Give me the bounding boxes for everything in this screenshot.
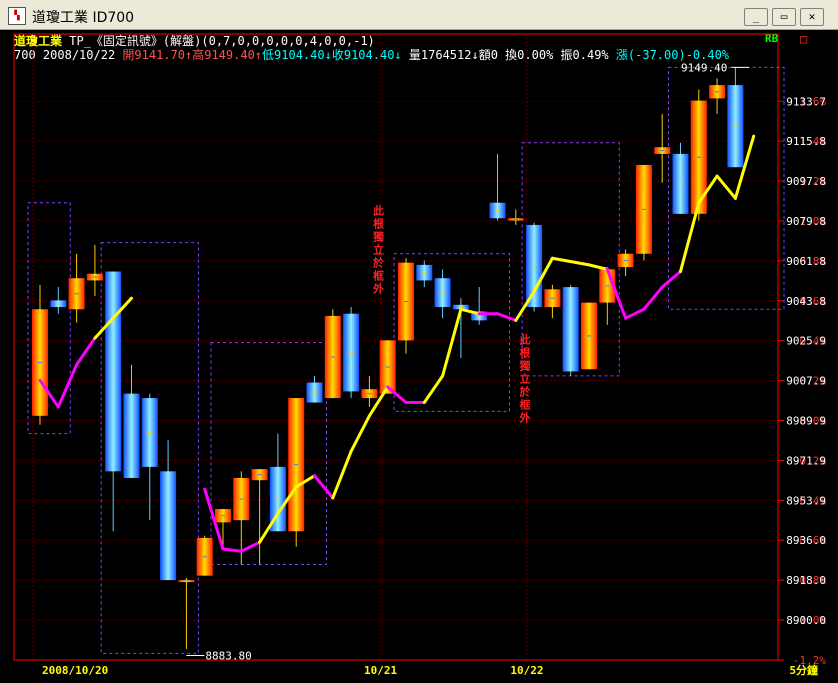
annotation-text: 此根獨立於框外 [518, 332, 531, 424]
grid-lines [13, 33, 779, 661]
annotation-char: 此 [519, 332, 530, 346]
y-tick-price: 8936.0 [786, 534, 826, 547]
candle [709, 78, 726, 114]
candle [160, 440, 177, 581]
signal-segment [496, 312, 518, 322]
annotation-char: 外 [518, 410, 530, 424]
y-tick-price: 9061.8 [786, 255, 826, 268]
signal-segment [386, 385, 408, 405]
window-title: 道瓊工業 ID700 [32, 10, 135, 26]
candle [306, 375, 323, 403]
candle [398, 258, 414, 354]
annotation-char: 此 [373, 204, 384, 218]
x-tick-label: 10/22 [510, 664, 543, 677]
annotation-char: 根 [519, 345, 531, 359]
y-tick-price: 8918.0 [786, 574, 826, 587]
candle [196, 535, 213, 576]
restore-button[interactable]: ▭ [772, 8, 796, 26]
signal-segment [642, 285, 664, 311]
y-tick-price: 9007.9 [786, 375, 826, 388]
annotation-char: 根 [373, 217, 385, 231]
y-tick-price: 9043.8 [786, 295, 826, 308]
annotation-char: 外 [372, 282, 384, 296]
y-tick-price: 9115.8 [786, 135, 826, 148]
candle [672, 142, 689, 214]
signal-segment [313, 474, 335, 500]
candle [562, 284, 579, 376]
candle [343, 307, 360, 399]
candle [654, 113, 671, 183]
signal-segment [331, 449, 353, 500]
y-tick-price: 8900.0 [786, 614, 826, 627]
candle [727, 67, 744, 168]
signal-segment [56, 363, 79, 409]
candle [288, 398, 305, 547]
signal-segment [660, 270, 682, 289]
candle [68, 253, 85, 323]
signal-segment [550, 256, 591, 267]
y-tick-price: 8953.9 [786, 494, 826, 507]
interval-label: 5分鐘 [789, 663, 818, 677]
signal-segment [75, 336, 97, 367]
signal-segment [239, 540, 262, 553]
minimize-button[interactable]: _ [744, 8, 768, 26]
annotation-char: 於 [518, 384, 531, 398]
annotation-text: 此根獨立於框外 [372, 204, 385, 296]
annotation-char: 框 [519, 397, 530, 411]
candle [507, 209, 524, 225]
signal-segment [422, 374, 445, 405]
y-tick-price: 9079.8 [786, 215, 826, 228]
signal-segment [221, 547, 243, 553]
candle [599, 267, 616, 325]
annotation-char: 於 [372, 256, 385, 270]
chart-area[interactable]: 道瓊工業 TP_《固定訊號》(解盤)(0,7,0,0,0,0,0,4,0,0,-… [0, 30, 838, 683]
signal-segment [715, 174, 737, 200]
y-tick-price: 9097.8 [786, 175, 826, 188]
candle [544, 284, 561, 319]
signal-segment [624, 307, 646, 320]
close-button[interactable]: ✕ [800, 8, 824, 26]
chart-app-icon[interactable]: ▚ [8, 7, 26, 25]
y-tick-price: 8971.9 [786, 454, 826, 467]
candle [269, 433, 286, 532]
y-tick-price: 9133.7 [786, 95, 826, 108]
x-axis: 2008/10/20 10/21 10/22 5分鐘 [14, 659, 818, 683]
annotation-char: 立 [519, 371, 530, 385]
candle [50, 287, 67, 314]
x-tick-label: 2008/10/20 [42, 664, 108, 677]
y-tick-price: 8989.9 [786, 414, 826, 427]
candle [32, 284, 48, 425]
candle [471, 287, 488, 325]
candle [617, 249, 634, 276]
annotation-char: 獨 [518, 358, 530, 372]
candles [32, 67, 744, 649]
candlestick-chart[interactable]: 此根獨立於框外此根獨立於框外8883.809149.40 1.6%1.4%1.2… [0, 30, 838, 683]
annotation-char: 框 [373, 269, 384, 283]
candle [123, 364, 140, 478]
candle [251, 469, 268, 565]
candle [635, 164, 652, 261]
annotation-char: 立 [373, 243, 384, 257]
high-marker-label: 9149.40 [681, 61, 727, 74]
x-tick-label: 10/21 [364, 664, 397, 677]
candle [324, 309, 341, 399]
signal-segment [349, 414, 371, 453]
candle [434, 269, 451, 319]
y-axis: 1.6%1.4%1.2%1.0%0.8%0.6%0.4%0.2%0.0%-0.2… [778, 95, 826, 667]
annotation-char: 獨 [372, 230, 384, 244]
signal-segment [587, 263, 609, 271]
candle [416, 260, 433, 288]
signal-box [210, 342, 327, 566]
signal-boxes [27, 66, 785, 654]
candle [489, 153, 506, 221]
plot-frame [13, 33, 779, 661]
candle [86, 244, 103, 296]
candle [178, 577, 195, 649]
title-bar: ▚ 道瓊工業 ID700 _ ▭ ✕ [0, 0, 838, 30]
signal-segment [441, 307, 463, 378]
candle [141, 393, 158, 521]
y-tick-price: 9025.9 [786, 335, 826, 348]
candle [581, 302, 597, 370]
